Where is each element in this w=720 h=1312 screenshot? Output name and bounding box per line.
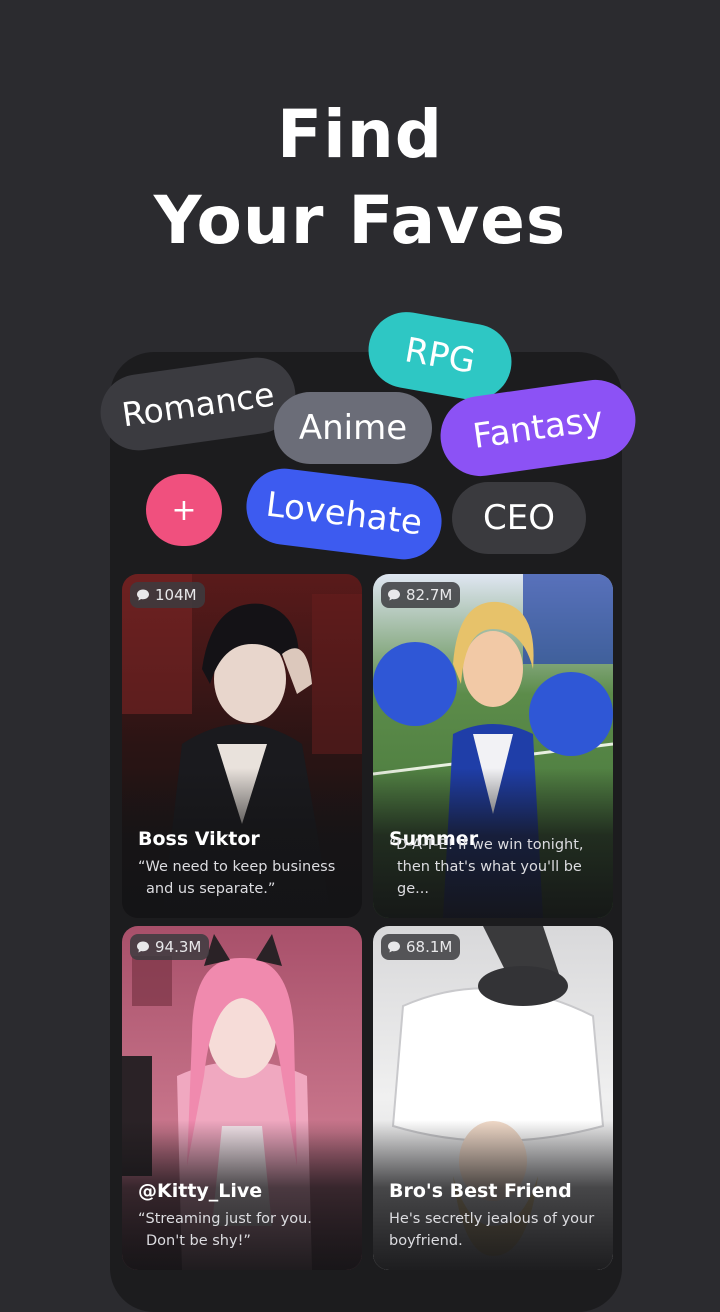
quote-line-2: boyfriend. (389, 1233, 463, 1249)
character-name: @Kitty_Live (138, 1180, 263, 1202)
headline-line1: Find (277, 96, 443, 173)
chat-count-badge: 82.7M (381, 582, 461, 608)
chat-bubble-icon (137, 941, 149, 953)
chat-count: 68.1M (406, 938, 453, 956)
quote-line-1: “Streaming just for you. (138, 1211, 312, 1227)
chat-count-badge: 104M (130, 582, 205, 608)
add-tag-button[interactable]: + (146, 474, 222, 546)
headline-line2: Your Faves (153, 182, 567, 259)
quote-line-2: then that's what you'll be ge... (397, 859, 582, 897)
character-name: Boss Viktor (138, 828, 260, 850)
character-quote: “Streaming just for you. Don't be shy!” (138, 1208, 352, 1252)
character-quote: He's secretly jealous of your boyfriend. (389, 1208, 603, 1252)
character-quote: “We need to keep business and us separat… (138, 856, 352, 900)
chat-bubble-icon (388, 589, 400, 601)
chat-bubble-icon (137, 589, 149, 601)
chat-count-badge: 68.1M (381, 934, 461, 960)
chat-count: 82.7M (406, 586, 453, 604)
chat-count-badge: 94.3M (130, 934, 210, 960)
quote-line-2: Don't be shy!” (146, 1233, 251, 1249)
headline: Find Your Faves (0, 92, 720, 264)
character-quote: “D-A-T-E! If we win tonight, then that's… (389, 834, 603, 900)
quote-line-1: “We need to keep business (138, 859, 336, 875)
quote-line-1: “D-A-T-E! If we win tonight, (389, 837, 584, 853)
quote-line-1: He's secretly jealous of your (389, 1211, 595, 1227)
tag-ceo[interactable]: CEO (452, 482, 586, 554)
character-card-bros-best-friend[interactable]: 68.1M Bro's Best Friend He's secretly je… (373, 926, 613, 1270)
character-card-kitty-live[interactable]: 94.3M @Kitty_Live “Streaming just for yo… (122, 926, 362, 1270)
character-card-boss-viktor[interactable]: 104M Boss Viktor “We need to keep busine… (122, 574, 362, 918)
character-card-summer[interactable]: 82.7M Summer “D-A-T-E! If we win tonight… (373, 574, 613, 918)
tag-anime[interactable]: Anime (274, 392, 432, 464)
character-name: Bro's Best Friend (389, 1180, 572, 1202)
chat-bubble-icon (388, 941, 400, 953)
chat-count: 104M (155, 586, 197, 604)
quote-line-2: and us separate.” (146, 881, 276, 897)
chat-count: 94.3M (155, 938, 202, 956)
